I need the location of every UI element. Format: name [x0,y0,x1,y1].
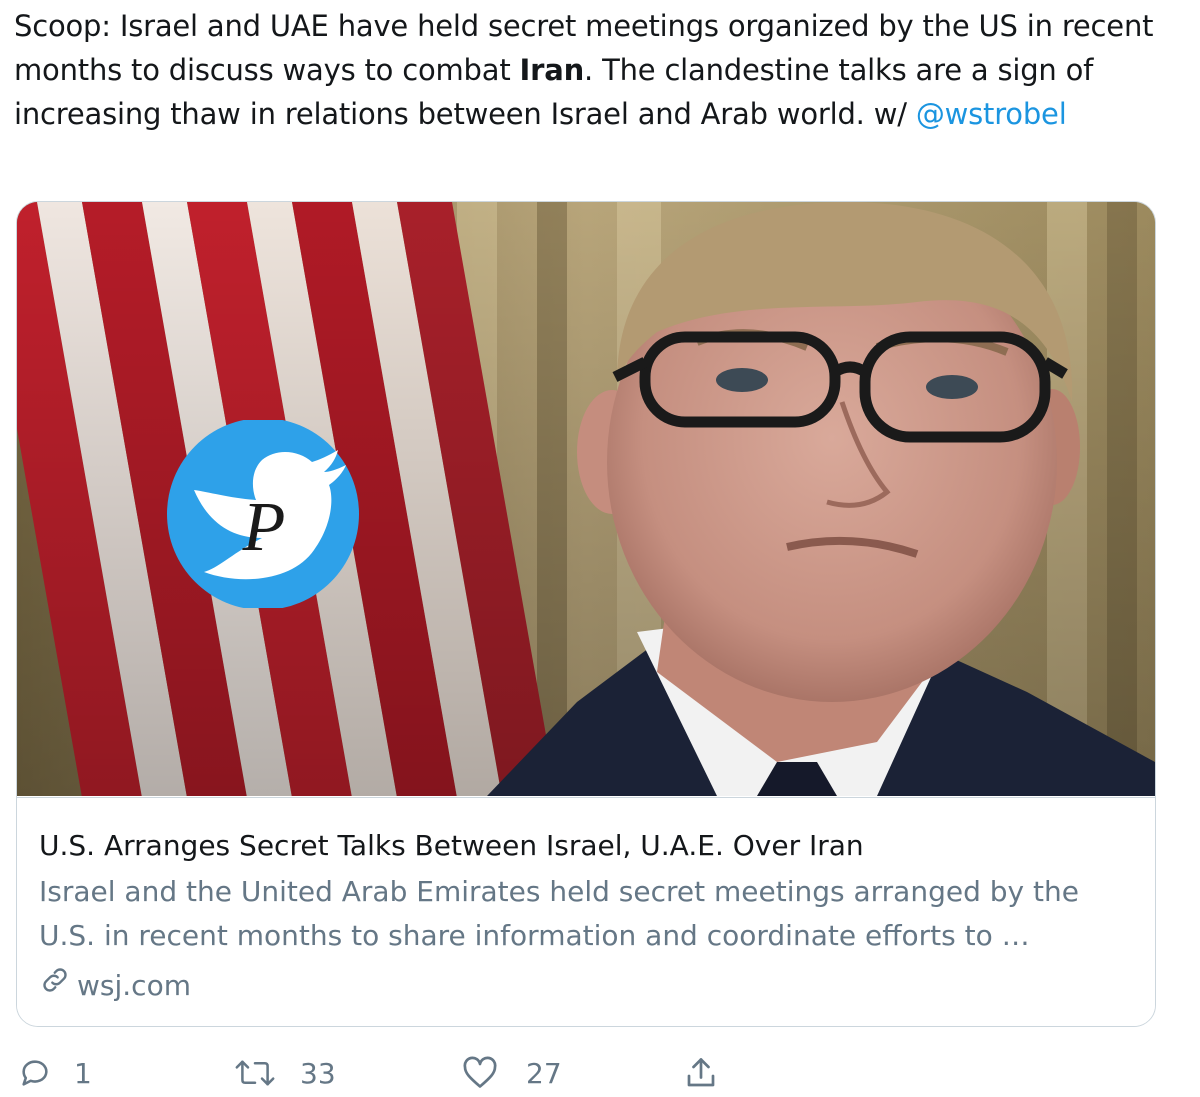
like-button[interactable]: 27 [462,1050,562,1096]
link-card[interactable]: P U.S. Arranges Secret Talks Between Isr… [16,201,1156,1027]
heart-icon [462,1056,498,1090]
svg-text:P: P [242,489,286,566]
retweet-icon [234,1056,276,1090]
share-icon [682,1055,720,1091]
mention-link[interactable]: @wstrobel [916,97,1067,131]
reply-button[interactable]: 1 [18,1050,92,1096]
tweet-actions: 1 33 27 [18,1050,778,1096]
retweet-button[interactable]: 33 [234,1050,336,1096]
card-title[interactable]: U.S. Arranges Secret Talks Between Israe… [39,826,864,866]
card-image[interactable]: P [17,202,1155,796]
watermark-logo-icon: P [164,418,362,610]
card-body: U.S. Arranges Secret Talks Between Israe… [17,797,1155,1026]
share-button[interactable] [682,1050,720,1096]
like-count: 27 [526,1056,562,1090]
tweet-text-bold: Iran [519,53,585,87]
link-icon [39,964,71,1007]
tweet-text: Scoop: Israel and UAE have held secret m… [14,4,1164,136]
reply-count: 1 [74,1056,92,1090]
card-domain-text: wsj.com [77,968,191,1002]
retweet-count: 33 [300,1056,336,1090]
reply-icon [18,1056,52,1090]
card-domain[interactable]: wsj.com [39,964,191,1007]
card-description: Israel and the United Arab Emirates held… [39,875,1079,952]
